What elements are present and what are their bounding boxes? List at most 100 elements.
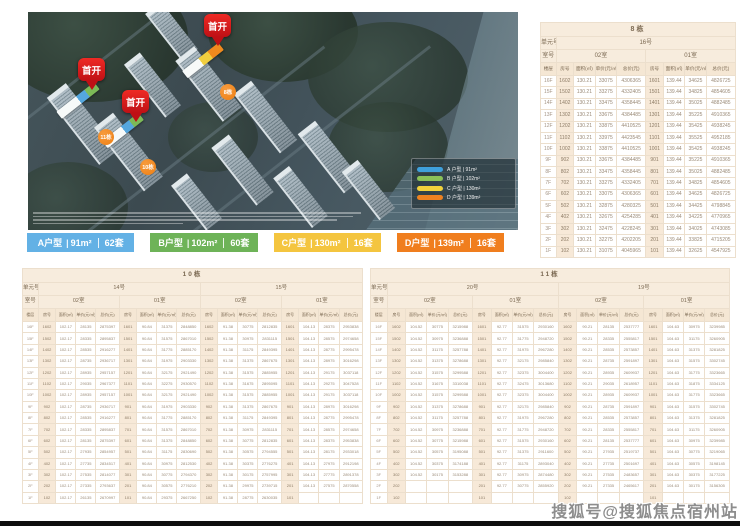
table-title: 8栋 — [541, 23, 736, 37]
area-cell: 139.44 — [663, 212, 684, 223]
area-cell: 139.44 — [663, 189, 684, 200]
banner-type-d: D户型 | 139m² 16套 — [397, 233, 504, 252]
total-price-cell: 4410525 — [617, 144, 646, 155]
area-cell: 104.13 — [299, 367, 319, 378]
total-price-cell: 3047528 — [339, 378, 362, 389]
unit-price-cell: 29035 — [76, 378, 96, 389]
area-cell: 104.13 — [299, 469, 319, 480]
unit-name: 20号 — [387, 283, 558, 296]
floor-cell: 9F — [23, 401, 39, 412]
unit-price-cell: 33675 — [595, 155, 616, 166]
unit-price-cell: 32475 — [595, 223, 616, 234]
floor-cell: 8F — [371, 413, 388, 424]
total-price-cell: 2834517 — [96, 458, 119, 469]
separator: | — [66, 238, 69, 248]
table-row: 3F302130.21324754228245301139.4434025474… — [541, 223, 736, 234]
floor-cell: 16F — [371, 322, 388, 333]
area-cell: 130.21 — [574, 167, 595, 178]
room-no-cell: 1102 — [556, 132, 574, 143]
total-price-cell: 3281825 — [705, 413, 730, 424]
unit-price-cell: 33475 — [595, 167, 616, 178]
room-no-cell: 302 — [38, 469, 56, 480]
total-price-cell: 2501697 — [619, 458, 644, 469]
legend-color-bar — [417, 186, 443, 191]
room-no-cell: 601 — [281, 435, 299, 446]
floor-cell: 7F — [541, 178, 557, 189]
total-price-cell: 2849395 — [258, 413, 281, 424]
area-cell: 130.21 — [574, 212, 595, 223]
total-price-cell: 4423545 — [617, 132, 646, 143]
area-cell: 90.84 — [137, 401, 157, 412]
col-header: 单价(元/㎡) — [238, 309, 258, 322]
unit-price-cell: 28375 — [319, 435, 339, 446]
room-no-cell: 1202 — [200, 367, 218, 378]
legend-row: C 户型 | 130m² — [417, 185, 510, 192]
room-no-cell: 801 — [473, 413, 492, 424]
unit-price-cell: 31575 — [427, 390, 448, 401]
legend-row: A 户型 | 91m² — [417, 166, 510, 173]
table-row: 4F402102.1727735283451740190.84309752812… — [23, 458, 363, 469]
total-price-cell: 2916277 — [96, 413, 119, 424]
total-price-cell: 2812530 — [177, 458, 200, 469]
building-badge-8: 8栋 — [220, 84, 236, 100]
room-no-cell: 602 — [38, 435, 56, 446]
area-cell: 104.52 — [406, 401, 427, 412]
unit-price-cell: 29035 — [598, 378, 619, 389]
unit-price-cell: 31175 — [157, 447, 177, 458]
unit-price-cell: 31575 — [157, 424, 177, 435]
total-price-cell: 2794370 — [177, 469, 200, 480]
room-no-cell: 502 — [556, 201, 574, 212]
area-cell: 92.77 — [491, 356, 512, 367]
total-price-cell: 4410525 — [617, 121, 646, 132]
legend-color-bar — [417, 176, 443, 181]
unit-price-cell: 32375 — [512, 390, 533, 401]
unit-price-cell: 31675 — [427, 378, 448, 389]
floor-cell: 14F — [371, 344, 388, 355]
area-cell: 139.44 — [663, 167, 684, 178]
area-cell: 91.38 — [218, 435, 238, 446]
price-table-building-11: 11栋单元号20号19号室号02室01室02室01室楼层房号面积(㎡)单价(元/… — [370, 268, 730, 504]
area-cell: 139.44 — [663, 87, 684, 98]
floor-cell: 7F — [23, 424, 39, 435]
total-price-cell: 3239985 — [705, 435, 730, 446]
unit-price-cell: 31775 — [157, 344, 177, 355]
total-price-cell: 4882485 — [706, 98, 735, 109]
col-header: 房号 — [646, 63, 664, 76]
unit-price-cell: 28735 — [76, 401, 96, 412]
unit-price-cell: 31375 — [157, 435, 177, 446]
total-price-cell: 3278688 — [448, 401, 473, 412]
banner-area: 130m² — [315, 238, 341, 248]
unit-label: 单元号 — [541, 37, 557, 50]
total-price-cell: 4882485 — [706, 167, 735, 178]
floor-cell: 10F — [23, 390, 39, 401]
unit-price-cell: 31975 — [157, 401, 177, 412]
area-cell: 130.21 — [574, 121, 595, 132]
col-header: 面积(㎡) — [218, 309, 238, 322]
col-header: 总价(元) — [617, 63, 646, 76]
area-cell: 139.44 — [663, 76, 684, 87]
total-price-cell: 4306365 — [617, 189, 646, 200]
legend-row: D 户型 | 139m² — [417, 194, 510, 201]
table-row: 15F1502104.52309753236888150192.77317752… — [371, 333, 730, 344]
room-no-cell: 1202 — [556, 121, 574, 132]
total-price-cell: 3037118 — [339, 390, 362, 401]
room-no-cell: 1101 — [281, 378, 299, 389]
unit-price-cell: 33475 — [595, 98, 616, 109]
area-cell: 130.21 — [574, 87, 595, 98]
total-price-cell: 2936717 — [96, 356, 119, 367]
floor-cell: 6F — [23, 435, 39, 446]
col-header: 面积(㎡) — [577, 309, 598, 322]
unit-price-cell: 28775 — [238, 492, 258, 503]
unit-price-cell: 32625 — [685, 246, 706, 257]
area-cell: 102.17 — [56, 424, 76, 435]
total-price-cell — [339, 492, 362, 503]
table-row: 10F1002102.17289352957157100190.84321752… — [23, 390, 363, 401]
room-no-cell: 401 — [473, 458, 492, 469]
room-no-cell: 701 — [644, 424, 663, 435]
total-price-cell: 4798845 — [706, 201, 735, 212]
table-row: 9F902104.5231375327868890192.77321752985… — [371, 401, 730, 412]
table-row: 13F1302104.52313753278688130192.77321752… — [371, 356, 730, 367]
unit-name: 15号 — [200, 283, 362, 296]
col-header: 总价(元) — [258, 309, 281, 322]
total-price-cell: 2895095 — [258, 378, 281, 389]
